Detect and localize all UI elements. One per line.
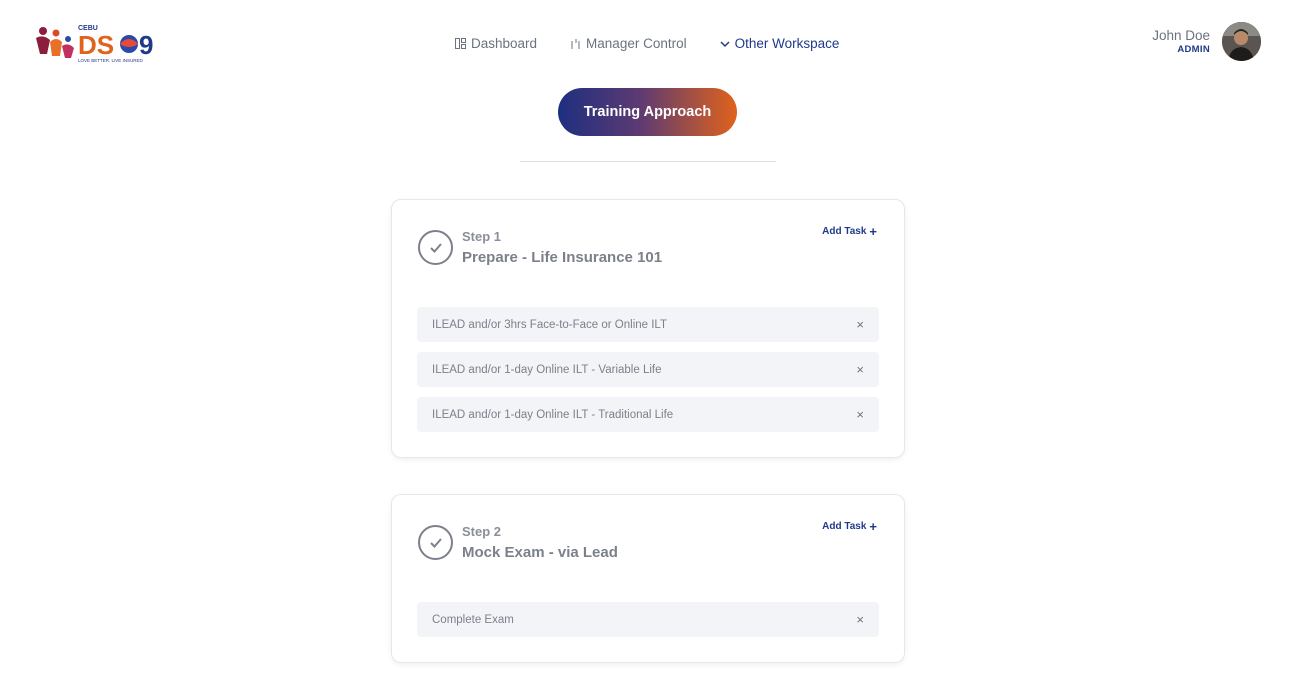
chevron-down-icon xyxy=(720,40,730,48)
add-task-button[interactable]: Add Task + xyxy=(822,223,877,239)
step-card: Step 1 Prepare - Life Insurance 101 Add … xyxy=(391,199,905,458)
nav-other-workspace[interactable]: Other Workspace xyxy=(720,36,840,51)
task-label: ILEAD and/or 1-day Online ILT - Traditio… xyxy=(432,408,674,421)
manager-control-icon xyxy=(570,38,581,49)
task-item[interactable]: ILEAD and/or 1-day Online ILT - Variable… xyxy=(417,352,879,387)
step-title: Mock Exam - via Lead xyxy=(462,544,618,561)
nav-dashboard[interactable]: Dashboard xyxy=(455,36,537,51)
nav-dashboard-label: Dashboard xyxy=(471,36,538,51)
close-icon[interactable]: × xyxy=(856,612,864,627)
plus-icon: + xyxy=(869,518,877,534)
step-label: Step 1 xyxy=(462,229,502,244)
avatar[interactable] xyxy=(1222,22,1261,61)
close-icon[interactable]: × xyxy=(856,407,864,422)
check-circle-icon[interactable] xyxy=(418,525,453,560)
logo-brand-right: 9 xyxy=(139,30,153,60)
logo[interactable]: CEBU DS 9 LOVE BETTER. LIVE INSURED xyxy=(34,22,164,64)
dashboard-icon xyxy=(455,38,466,49)
close-icon[interactable]: × xyxy=(856,317,864,332)
step-label: Step 2 xyxy=(462,524,502,539)
task-label: Complete Exam xyxy=(432,613,514,626)
logo-brand-left: DS xyxy=(78,30,114,60)
task-item[interactable]: ILEAD and/or 3hrs Face-to-Face or Online… xyxy=(417,307,879,342)
nav-other-workspace-label: Other Workspace xyxy=(734,36,840,51)
nav-manager-control-label: Manager Control xyxy=(586,36,687,51)
user-info: John Doe ADMIN xyxy=(1152,28,1210,56)
plus-icon: + xyxy=(869,223,877,239)
task-label: ILEAD and/or 1-day Online ILT - Variable… xyxy=(432,363,662,376)
logo-tagline: LOVE BETTER. LIVE INSURED xyxy=(78,58,144,63)
top-nav: Dashboard Manager Control Other Workspac… xyxy=(455,36,839,51)
add-task-button[interactable]: Add Task + xyxy=(822,518,877,534)
page-title: Training Approach xyxy=(558,88,737,136)
title-divider xyxy=(520,161,776,162)
step-title: Prepare - Life Insurance 101 xyxy=(462,249,663,266)
nav-manager-control[interactable]: Manager Control xyxy=(570,36,687,51)
step-card: Step 2 Mock Exam - via Lead Add Task + C… xyxy=(391,494,905,663)
user-menu[interactable]: John Doe ADMIN xyxy=(1152,22,1261,61)
task-item[interactable]: Complete Exam × xyxy=(417,602,879,637)
task-item[interactable]: ILEAD and/or 1-day Online ILT - Traditio… xyxy=(417,397,879,432)
check-circle-icon[interactable] xyxy=(418,230,453,265)
user-name: John Doe xyxy=(1152,27,1210,43)
user-role: ADMIN xyxy=(1177,43,1210,55)
add-task-label: Add Task xyxy=(822,521,867,532)
task-label: ILEAD and/or 3hrs Face-to-Face or Online… xyxy=(432,318,667,331)
close-icon[interactable]: × xyxy=(856,362,864,377)
add-task-label: Add Task xyxy=(822,226,867,237)
